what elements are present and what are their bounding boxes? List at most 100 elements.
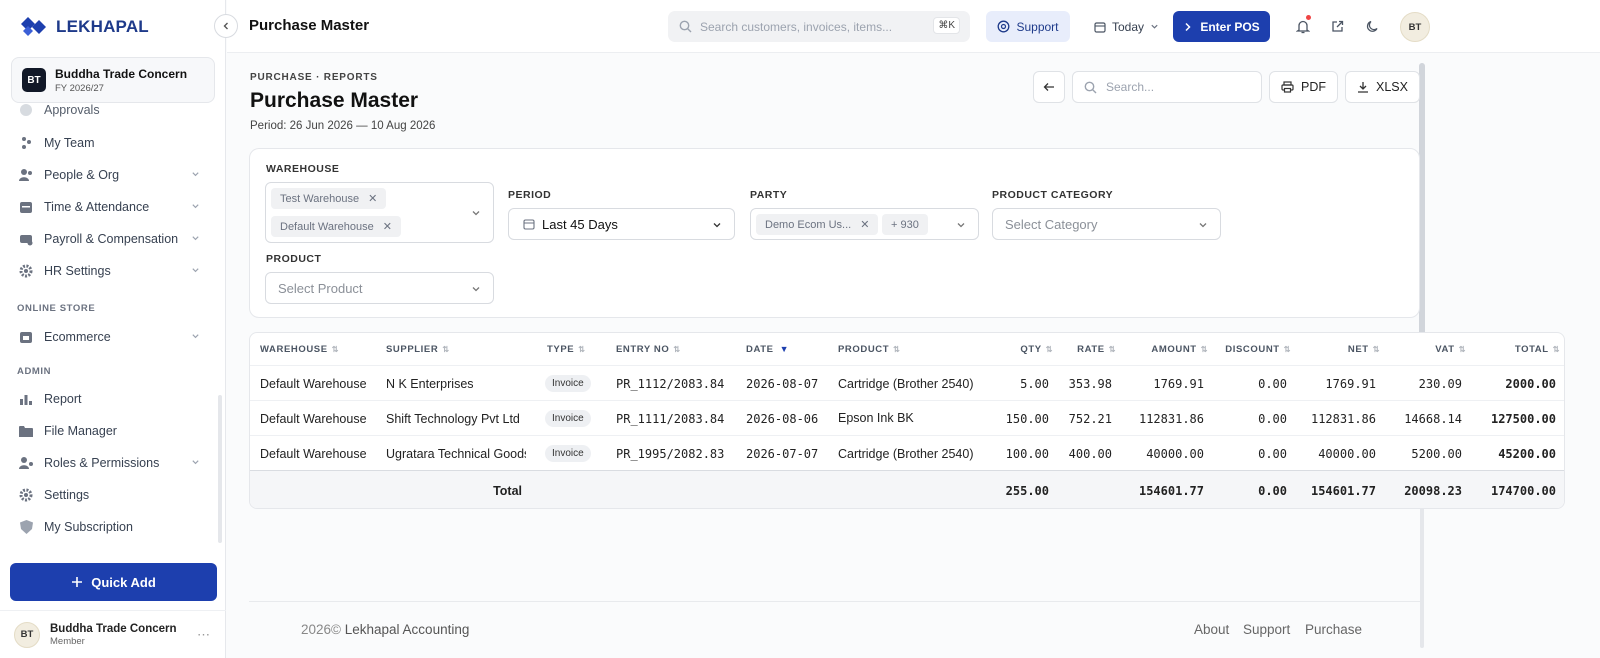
total-vat: 20098.23 — [1404, 484, 1462, 498]
fiscal-year: FY 2026/27 — [55, 82, 104, 94]
sidebar-item-approvals[interactable]: Approvals — [18, 104, 200, 123]
remove-chip-icon[interactable]: ✕ — [383, 220, 392, 233]
sidebar-item-report[interactable]: Report — [18, 386, 200, 412]
column-header-amount[interactable]: AMOUNT ⇅ — [1116, 333, 1208, 365]
enter-pos-label: Enter POS — [1200, 19, 1260, 34]
total-total: 174700.00 — [1490, 484, 1556, 498]
product-category-filter-label: PRODUCT CATEGORY — [992, 189, 1114, 201]
period-value: Last 45 Days — [542, 217, 618, 232]
back-button[interactable] — [1033, 71, 1065, 103]
org-switcher[interactable]: BT Buddha Trade Concern FY 2026/27 — [11, 57, 215, 103]
external-link-icon[interactable] — [1327, 16, 1347, 36]
global-search-input[interactable]: Search customers, invoices, items... ⌘K — [668, 11, 970, 42]
enter-pos-button[interactable]: Enter POS — [1173, 11, 1270, 42]
quick-add-button[interactable]: Quick Add — [10, 563, 217, 601]
cell-net: 112831.86 — [1310, 411, 1376, 426]
cell-warehouse: Default Warehouse — [260, 446, 367, 461]
sidebar-item-file-manager[interactable]: File Manager — [18, 418, 200, 444]
collapse-sidebar-button[interactable] — [214, 14, 238, 38]
sidebar-item-hr-settings[interactable]: HR Settings — [18, 258, 200, 284]
sidebar-item-my-team[interactable]: My Team — [18, 130, 200, 156]
sidebar-item-people-org[interactable]: People & Org — [18, 162, 200, 188]
user-avatar[interactable]: BT — [1400, 12, 1430, 42]
cell-vat: 5200.00 — [1411, 446, 1462, 461]
sidebar-item-settings[interactable]: Settings — [18, 482, 200, 508]
cell-discount: 0.00 — [1258, 411, 1287, 426]
column-header-entry-no[interactable]: ENTRY NO ⇅ — [616, 333, 681, 365]
warehouse-multiselect[interactable]: Test Warehouse ✕ Default Warehouse ✕ — [265, 182, 494, 243]
sidebar-item-subscription[interactable]: My Subscription — [18, 514, 200, 540]
calendar-icon — [18, 199, 34, 215]
calendar-icon — [523, 218, 535, 230]
table-totals-row: Total 255.00 154601.77 0.00 154601.77 20… — [250, 470, 1564, 508]
diamond-logo-icon — [20, 16, 50, 38]
remove-chip-icon[interactable]: ✕ — [860, 218, 869, 231]
sidebar-item-roles-permissions[interactable]: Roles & Permissions — [18, 450, 200, 476]
product-select[interactable]: Select Product — [265, 272, 494, 304]
page-footer: 2026© Lekhapal Accounting About Support … — [249, 601, 1420, 658]
cell-amount: 40000.00 — [1146, 446, 1204, 461]
date-range-dropdown[interactable]: Today — [1094, 11, 1170, 42]
product-category-select[interactable]: Select Category — [992, 208, 1221, 240]
support-button[interactable]: Support — [986, 11, 1070, 42]
bar-chart-icon — [18, 391, 34, 407]
sidebar-item-label: Roles & Permissions — [44, 456, 160, 470]
totals-label: Total — [493, 484, 522, 498]
footer-link-support[interactable]: Support — [1243, 622, 1290, 637]
cell-entry-no: PR_1112/2083.84 — [616, 376, 725, 391]
sidebar-item-payroll[interactable]: Payroll & Compensation — [18, 226, 200, 252]
column-header-type[interactable]: TYPE ⇅ — [547, 333, 586, 365]
export-xlsx-button[interactable]: XLSX — [1345, 71, 1420, 103]
more-count-chip: + 930 — [882, 214, 928, 235]
remove-chip-icon[interactable]: ✕ — [368, 192, 377, 205]
column-header-product[interactable]: PRODUCT ⇅ — [838, 333, 900, 365]
sidebar-item-label: HR Settings — [44, 264, 111, 278]
footer-link-purchase[interactable]: Purchase — [1305, 622, 1362, 637]
cell-vat: 14668.14 — [1404, 411, 1462, 426]
sidebar-item-time-attendance[interactable]: Time & Attendance — [18, 194, 200, 220]
cell-date: 2026-07-07 — [746, 446, 819, 461]
purchase-master-table: WAREHOUSE ⇅ SUPPLIER ⇅ TYPE ⇅ ENTRY NO ⇅ DAT… — [249, 332, 1565, 509]
brand-logo[interactable]: LEKHAPAL — [20, 16, 149, 38]
column-header-net[interactable]: NET ⇅ — [1291, 333, 1380, 365]
sidebar-item-label: My Team — [44, 136, 95, 150]
warehouse-chip: Default Warehouse ✕ — [271, 216, 401, 237]
user-avatar: BT — [14, 621, 40, 648]
party-multiselect[interactable]: Demo Ecom Us... ✕ + 930 — [750, 208, 979, 240]
column-header-discount[interactable]: DISCOUNT ⇅ — [1208, 333, 1291, 365]
column-header-date[interactable]: DATE ▼ — [746, 333, 789, 365]
cell-date: 2026-08-06 — [746, 411, 819, 426]
period-select[interactable]: Last 45 Days — [508, 208, 735, 240]
more-options-icon[interactable]: ⋯ — [197, 627, 210, 643]
export-pdf-button[interactable]: PDF — [1269, 71, 1338, 103]
sidebar-scrollbar[interactable] — [218, 395, 222, 543]
column-header-total[interactable]: TOTAL ⇅ — [1466, 333, 1560, 365]
category-placeholder: Select Category — [1005, 217, 1098, 232]
user-menu[interactable]: BT Buddha Trade Concern Member ⋯ — [0, 610, 226, 658]
cell-supplier: Ugratara Technical Goods — [386, 446, 526, 461]
column-header-vat[interactable]: VAT ⇅ — [1380, 333, 1466, 365]
cell-type: Invoice — [545, 401, 605, 436]
period-filter-label: PERIOD — [508, 189, 552, 201]
table-row[interactable]: Default Warehouse N K Enterprises Invoice P… — [250, 365, 1564, 400]
column-header-rate[interactable]: RATE ⇅ — [1050, 333, 1116, 365]
table-row[interactable]: Default Warehouse Shift Technology Pvt Lt… — [250, 400, 1564, 436]
org-name: Buddha Trade Concern — [55, 66, 188, 81]
chevron-down-icon — [191, 202, 200, 211]
table-row[interactable]: Default Warehouse Ugratara Technical Good… — [250, 435, 1564, 470]
moon-icon[interactable] — [1362, 16, 1382, 36]
store-icon — [18, 329, 34, 345]
total-amount: 154601.77 — [1138, 484, 1204, 498]
column-header-qty[interactable]: QTY ⇅ — [985, 333, 1053, 365]
cell-supplier: N K Enterprises — [386, 376, 474, 391]
footer-link-about[interactable]: About — [1194, 622, 1229, 637]
team-icon — [18, 135, 34, 151]
sidebar-item-label: Settings — [44, 488, 90, 502]
chip-label: Default Warehouse — [280, 220, 374, 233]
report-search-input[interactable]: Search... — [1072, 71, 1262, 103]
column-header-warehouse[interactable]: WAREHOUSE ⇅ — [260, 333, 339, 365]
search-icon — [679, 20, 692, 33]
column-header-supplier[interactable]: SUPPLIER ⇅ — [386, 333, 450, 365]
sidebar-item-ecommerce[interactable]: Ecommerce — [18, 324, 200, 350]
cell-qty: 150.00 — [1005, 411, 1049, 426]
